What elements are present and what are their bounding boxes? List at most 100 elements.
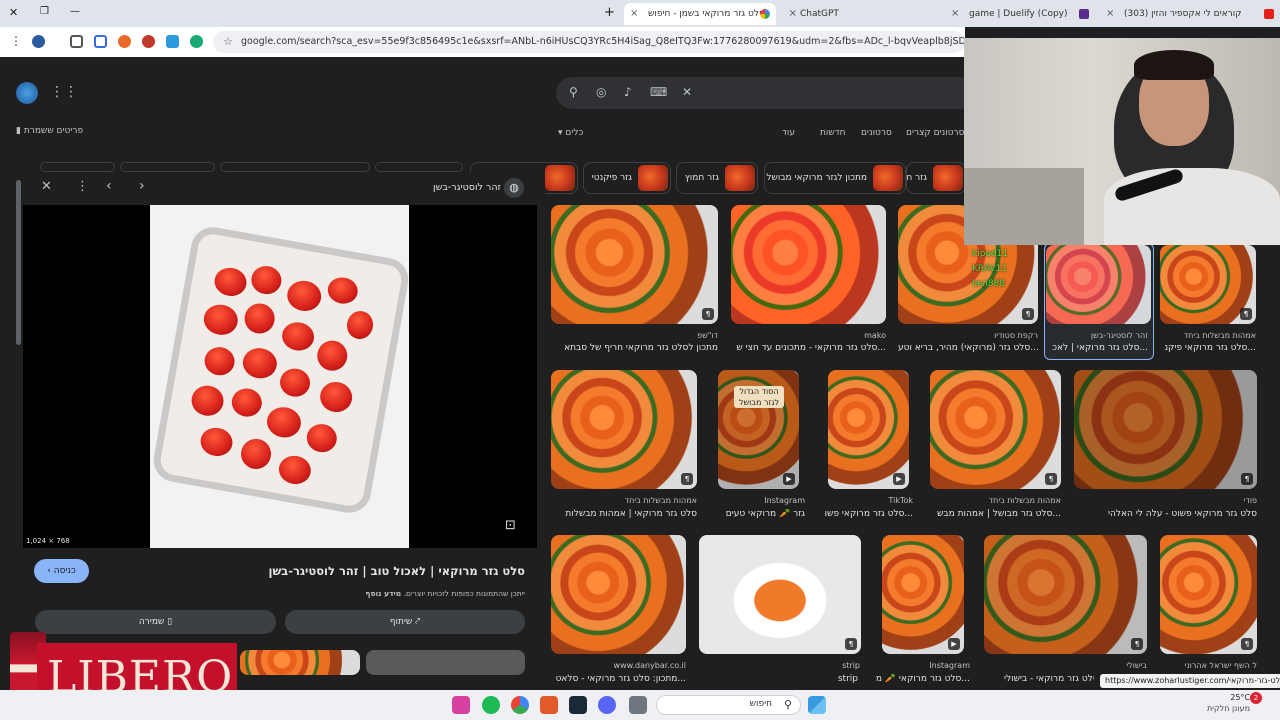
search-box[interactable] — [556, 77, 976, 109]
result-image[interactable]: ¶ — [551, 370, 697, 489]
result-caption[interactable]: strip — [760, 674, 858, 684]
tab-videos[interactable]: סרטונים — [861, 128, 892, 138]
visit-button[interactable]: ‹ כניסה — [34, 559, 89, 583]
window-maximize-icon[interactable]: ❐ — [40, 6, 49, 17]
address-bar[interactable]: ☆ google.com/search?sca_esv=55e9f3c85649… — [213, 31, 965, 53]
chip[interactable] — [120, 162, 215, 172]
result-image[interactable]: ▶ — [882, 535, 964, 654]
profile-avatar-icon[interactable] — [32, 35, 45, 48]
tab-more[interactable]: עוד — [782, 128, 795, 138]
chip[interactable]: מתכון לגזר מרוקאי מבושל — [764, 162, 906, 194]
close-preview-icon[interactable]: ✕ — [41, 179, 52, 194]
preview-title[interactable]: סלט גזר מרוקאי | לאכול טוב | זהר לוסטיגר… — [23, 564, 525, 580]
tab-duelify[interactable]: × game | Duelify (Copy) — [945, 3, 1095, 25]
result-caption[interactable]: גזר 🥕 מרוקאי טעים — [705, 509, 805, 519]
result-image[interactable]: ¶ — [551, 205, 718, 324]
tab-news[interactable]: חדשות — [820, 128, 846, 138]
account-avatar[interactable] — [16, 82, 38, 104]
result-source: בישולי — [1126, 661, 1147, 670]
chip[interactable] — [220, 162, 370, 172]
tab-shorts[interactable]: סרטונים קצרים — [906, 128, 964, 138]
result-caption[interactable]: סלט גזר מרוקאי פשו... — [818, 509, 913, 519]
window-minimize-icon[interactable]: — — [70, 6, 80, 17]
taskbar-search[interactable]: חיפוש ⚲ — [656, 695, 801, 715]
result-caption[interactable]: סלט גזר מרוקאי פשוט - עלה לי האלהי — [1074, 509, 1257, 519]
tab-close-icon[interactable]: × — [630, 3, 638, 25]
chip[interactable] — [40, 162, 115, 172]
more-options-icon[interactable]: ⋮ — [76, 179, 89, 194]
chevron-left-icon[interactable]: ‹ — [106, 178, 112, 194]
discord-icon[interactable] — [598, 696, 616, 714]
carrot-salad-photo[interactable] — [150, 205, 409, 548]
extension-icon[interactable] — [118, 35, 131, 48]
result-image[interactable]: ¶ — [984, 535, 1147, 654]
related-image[interactable] — [366, 650, 525, 675]
lens-icon[interactable]: ◎ — [596, 85, 606, 99]
extension-icon[interactable] — [166, 35, 179, 48]
windows-start-icon[interactable] — [808, 696, 826, 714]
extension-icon[interactable] — [142, 35, 155, 48]
result-caption[interactable]: סלט גזר מרוקאי 🥕 מ... — [870, 674, 970, 684]
new-tab-button[interactable]: + — [604, 5, 615, 20]
preview-site-name[interactable]: זהר לוסטיגר-בשן — [433, 182, 501, 193]
result-image[interactable]: ¶ — [1160, 245, 1256, 324]
tab-close-icon[interactable]: × — [951, 3, 959, 25]
tab-close-icon[interactable]: × — [1106, 3, 1114, 25]
result-image[interactable]: ▶ הסוד הגדול לגזר מבושל — [718, 370, 799, 489]
result-caption[interactable]: סלט גזר מרוקאי - בישולי — [1004, 674, 1094, 684]
result-image[interactable]: ¶ — [1074, 370, 1257, 489]
url-text: google.com/search?sca_esv=55e9f3c856495c… — [241, 36, 965, 47]
tab-chatgpt[interactable]: × ChatGPT — [782, 3, 937, 25]
chip[interactable] — [375, 162, 463, 172]
chevron-right-icon[interactable]: › — [139, 178, 145, 194]
result-caption[interactable]: סלט גזר מרוקאי פיקנ... — [1160, 343, 1256, 353]
result-image[interactable] — [731, 205, 886, 324]
related-image[interactable] — [240, 650, 360, 675]
menu-dots-icon[interactable]: ⋮ — [10, 34, 22, 48]
notification-badge[interactable]: 2 — [1250, 692, 1262, 704]
scrollbar[interactable] — [16, 180, 21, 345]
app-icon[interactable] — [452, 696, 470, 714]
result-caption[interactable]: מתכון: סלט גזר מרוקאי - סלאט... — [551, 674, 686, 684]
extension-icon[interactable] — [190, 35, 203, 48]
tab-close-icon[interactable]: × — [789, 3, 797, 25]
result-caption[interactable]: סלט גזר (מרוקאי) מהיר, בריא וטע... — [898, 343, 1038, 353]
result-image[interactable]: ¶ — [1160, 535, 1257, 654]
spotify-icon[interactable] — [482, 696, 500, 714]
result-image[interactable]: ▶ — [828, 370, 909, 489]
result-caption[interactable]: מתכון לסלט גזר מרוקאי חריף של סבתא — [551, 343, 718, 353]
result-caption[interactable]: סלט גזר מבושל | אמהות מבש... — [930, 509, 1061, 519]
app-icon[interactable] — [629, 696, 647, 714]
result-caption[interactable]: סלט גזר מרוקאי - מתכונים עד חצי ש... — [731, 343, 886, 353]
learn-more-link[interactable]: מידע נוסף — [365, 589, 401, 598]
microphone-icon[interactable]: ♪ — [624, 85, 632, 99]
tab-google-search[interactable]: × סלט גזר מרוקאי בשמן - חיפוש — [624, 3, 776, 25]
tools-button[interactable]: ▾ כלים — [558, 128, 583, 138]
chrome-icon[interactable] — [511, 696, 529, 714]
clear-search-icon[interactable]: ✕ — [682, 85, 692, 99]
apps-grid-icon[interactable]: ⋮⋮ — [50, 84, 78, 100]
extension-icon[interactable] — [94, 35, 107, 48]
chip[interactable]: גזר חמוץ — [676, 162, 758, 194]
window-close-icon[interactable]: ✕ — [9, 6, 18, 19]
chip[interactable]: גזר חריף — [906, 162, 966, 194]
search-icon[interactable]: ⚲ — [569, 85, 578, 99]
tab-youtube[interactable]: × (303) קוראים לי אקספיר והזין — [1100, 3, 1280, 25]
save-button[interactable]: שמירה ▯ — [35, 610, 276, 634]
weather-temp[interactable]: 25°C — [1225, 693, 1250, 702]
lens-search-icon[interactable]: ⊡ — [505, 518, 516, 533]
result-image[interactable]: ¶ — [699, 535, 861, 654]
extensions-icon[interactable] — [70, 35, 83, 48]
share-button[interactable]: שיתוף ⤤ — [285, 610, 525, 634]
chip[interactable]: גזר פיקנטי — [583, 162, 671, 194]
result-image[interactable]: ¶ — [930, 370, 1061, 489]
app-icon[interactable] — [540, 696, 558, 714]
weather-desc[interactable]: מעונן חלקית — [1200, 704, 1250, 713]
keyboard-icon[interactable]: ⌨ — [650, 85, 667, 99]
result-caption[interactable]: סלט גזר מרוקאי | אמהות מבשלות — [551, 509, 697, 519]
star-bookmark-icon[interactable]: ☆ — [223, 31, 233, 53]
result-caption[interactable]: סלט גזר מרוקאי | לאכ... — [1048, 343, 1148, 353]
result-image[interactable] — [551, 535, 686, 654]
saved-items-link[interactable]: ▮ פריטים ששמרת — [16, 126, 83, 136]
steam-icon[interactable] — [569, 696, 587, 714]
